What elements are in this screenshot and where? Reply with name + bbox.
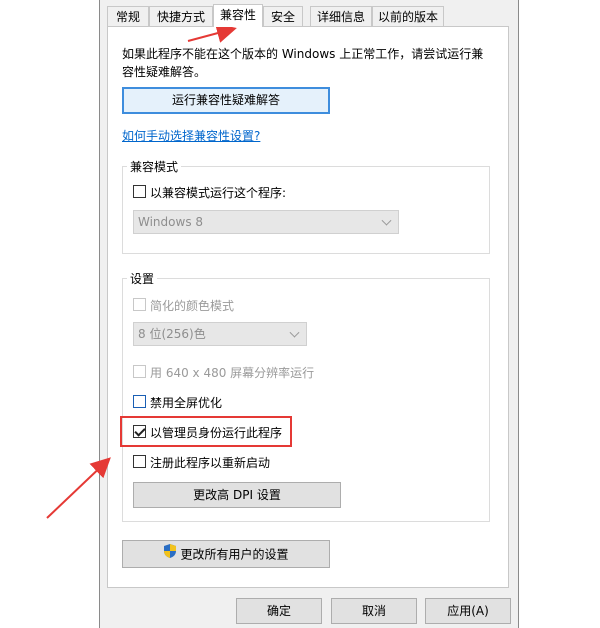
- annotation-arrows: [46, 23, 237, 519]
- tab-compatibility[interactable]: 兼容性: [213, 4, 263, 27]
- tab-arrow: [187, 23, 237, 43]
- admin-arrow: [46, 457, 111, 519]
